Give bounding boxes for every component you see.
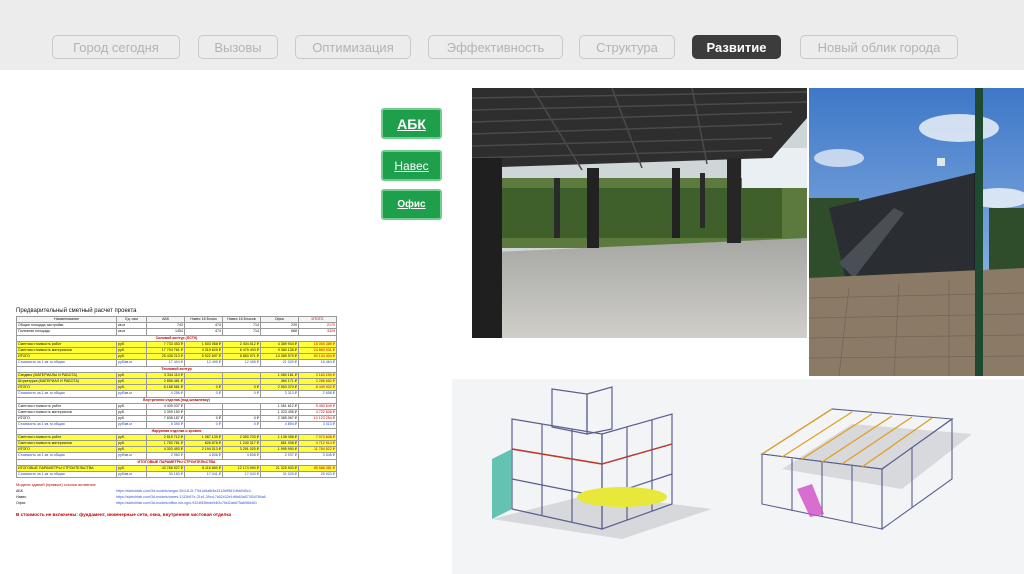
naves-button[interactable]: Навес xyxy=(381,150,442,181)
tab-challenges[interactable]: Вызовы xyxy=(198,35,278,59)
model-link-key: Офис xyxy=(16,501,26,506)
col-header: Навес 16 Блоков xyxy=(222,315,261,324)
naves-button-label: Навес xyxy=(394,158,429,173)
table-row: Сметная стоимость материалов руб. 3 399 15… xyxy=(16,409,337,417)
tab-new-city-look[interactable]: Новый облик города xyxy=(800,35,958,59)
table-cell: 17 041 ₽ xyxy=(184,471,223,479)
tab-optimization[interactable]: Оптимизация xyxy=(295,35,411,59)
model-link-url[interactable]: https://sketchfab.com/3d-models/office-l… xyxy=(116,501,257,505)
frame-3d-models xyxy=(452,379,1024,574)
estimate-title: Предварительный сметный расчет проекта xyxy=(16,308,137,314)
model-link-url[interactable]: https://sketchfab.com/3d-models/angar-30… xyxy=(116,489,251,493)
table-cell: 17 043 ₽ xyxy=(222,471,261,479)
table-cell: Стоимость за 1 кв. м общая xyxy=(16,471,117,479)
table-row: Сметная стоимость материалов руб. 17 704 7… xyxy=(16,346,337,355)
office-button[interactable]: Офис xyxy=(381,189,442,220)
office-button-label: Офис xyxy=(397,199,426,210)
model-link-key: АБК xyxy=(16,489,23,494)
top-nav-bar: Город сегодня Вызовы Оптимизация Эффекти… xyxy=(0,0,1024,70)
table-row: Стоимость за 1 кв. м общая руб/кв.м 4 256 … xyxy=(16,390,337,398)
table-row: Сметная стоимость материалов руб. 1 783 78… xyxy=(16,440,337,448)
canopy-interior-photo xyxy=(472,88,807,338)
estimate-note: В стоимость не включены: фундамент, инже… xyxy=(16,512,232,518)
table-row: Стоимость за 1 кв. м общая руб/кв.м 2 960 … xyxy=(16,452,337,460)
tab-efficiency[interactable]: Эффективность xyxy=(428,35,563,59)
abk-button-label: АБК xyxy=(397,115,426,132)
table-cell: 25 923 ₽ xyxy=(298,471,337,479)
table-cell: руб/кв.м xyxy=(116,471,147,479)
tab-structure[interactable]: Структура xyxy=(579,35,675,59)
model-link-key: Навес xyxy=(16,495,27,500)
table-row: ИТОГОВЫЕ ПАРАМЕТРЫ СТРОИТЕЛЬСТВА руб. 43 7… xyxy=(16,464,337,473)
table-row: Стоимость за 1 кв. м общая руб/кв.м 5 390 … xyxy=(16,421,337,429)
tab-city-today[interactable]: Город сегодня xyxy=(52,35,180,59)
model-link-row: Офис https://sketchfab.com/3d-models/off… xyxy=(16,500,336,506)
slide: Город сегодня Вызовы Оптимизация Эффекти… xyxy=(0,0,1024,574)
table-row: Штукатурка (МАТЕРИАЛ И РАБОТА) руб. 2 856 … xyxy=(16,378,337,386)
table-row: Стоимость за 1 кв. м общая руб/кв.м 30 183… xyxy=(16,471,337,479)
table-cell: 30 183 ₽ xyxy=(146,471,185,479)
table-row: Сэндвич (МАТЕРИАЛЫ И РАБОТА) руб. 3 334 11… xyxy=(16,371,337,380)
table-row: Стоимость за 1 кв. м общая руб/кв.м 17 494… xyxy=(16,359,337,367)
estimate-table: Наименование Ед. изм АБК Навес 16 Блоки … xyxy=(16,315,337,479)
model-link-url[interactable]: https://sketchfab.com/3d-models/naves-13… xyxy=(116,495,266,499)
estimate-sheet: Предварительный сметный расчет проекта Н… xyxy=(12,306,344,574)
building-exterior-photo xyxy=(809,88,1024,376)
abk-button[interactable]: АБК xyxy=(381,108,442,139)
table-cell: 31 025 ₽ xyxy=(260,471,299,479)
model-links: Модели зданий (прямые) ссылки активные А… xyxy=(16,482,336,506)
tab-development[interactable]: Развитие xyxy=(692,35,781,59)
